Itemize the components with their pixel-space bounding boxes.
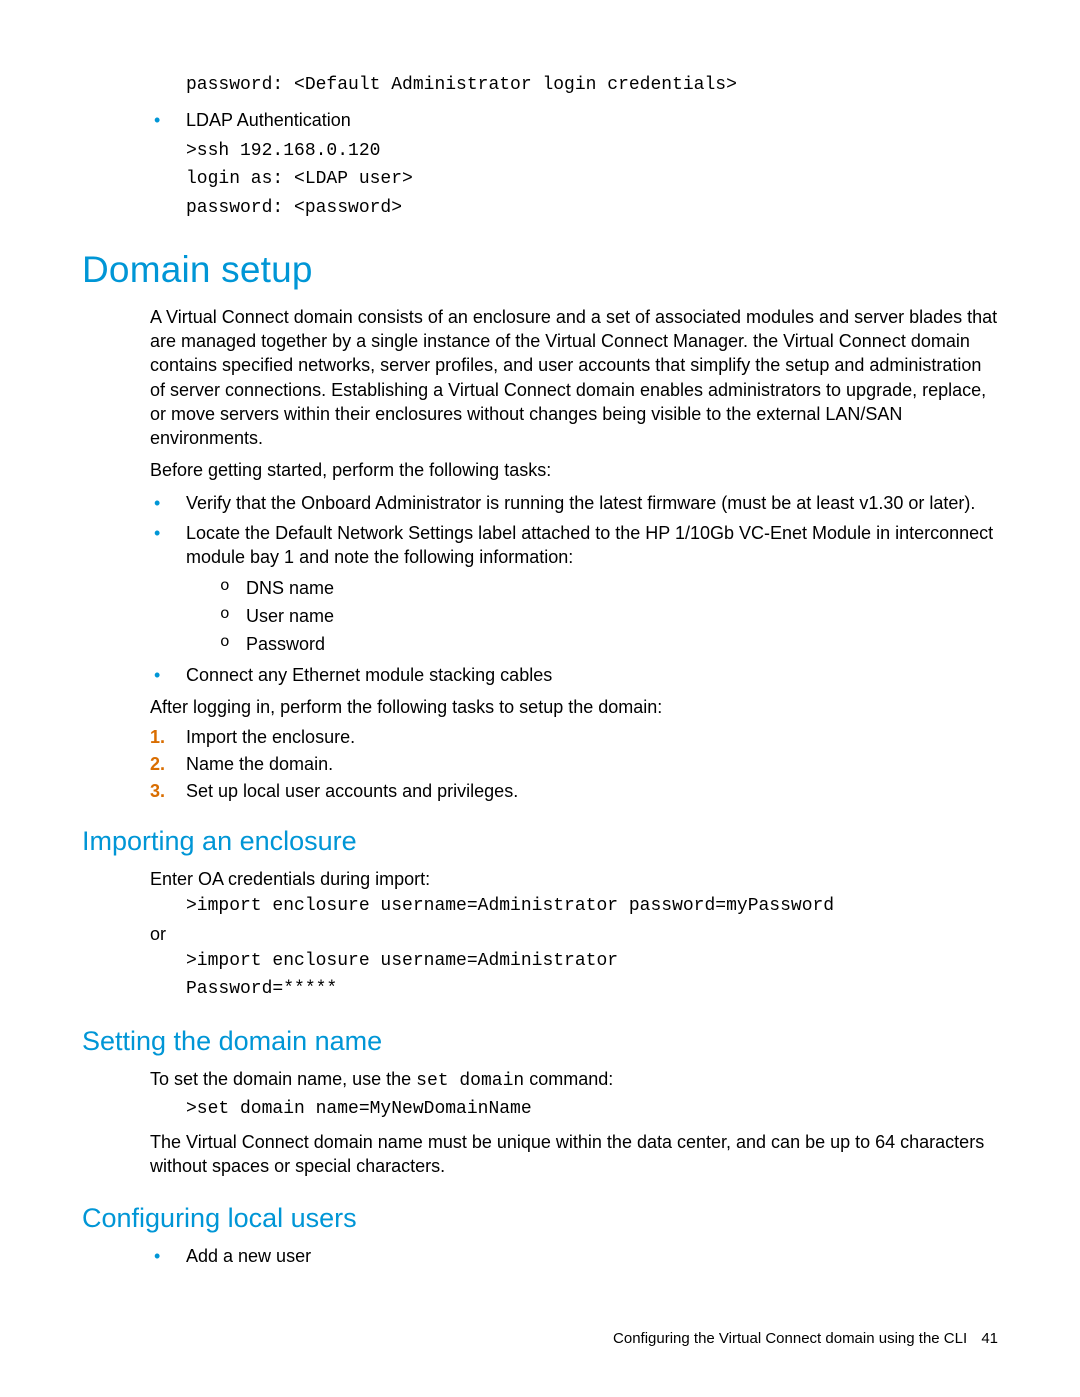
- list-item: Add a new user: [150, 1244, 998, 1268]
- text-run: command:: [524, 1069, 613, 1089]
- list-item-ldap: LDAP Authentication >ssh 192.168.0.120 l…: [150, 108, 998, 221]
- bullet-list-users: Add a new user: [150, 1244, 998, 1268]
- code-line: >import enclosure username=Administrator…: [186, 893, 998, 919]
- sub-text: DNS name: [246, 578, 334, 598]
- bullet-text: Verify that the Onboard Administrator is…: [186, 493, 975, 513]
- code-line: Password=*****: [186, 976, 998, 1002]
- code-line: login as: <LDAP user>: [186, 166, 998, 192]
- bullet-list: LDAP Authentication >ssh 192.168.0.120 l…: [150, 108, 998, 221]
- sub-item: User name: [218, 604, 998, 628]
- paragraph: To set the domain name, use the set doma…: [150, 1067, 998, 1094]
- sub-item: Password: [218, 632, 998, 656]
- paragraph: Before getting started, perform the foll…: [150, 458, 998, 482]
- code-line: >ssh 192.168.0.120: [186, 138, 998, 164]
- sub-text: Password: [246, 634, 325, 654]
- code-line: password: <password>: [186, 195, 998, 221]
- heading-importing-enclosure: Importing an enclosure: [82, 826, 998, 857]
- text-run: To set the domain name, use the: [150, 1069, 416, 1089]
- paragraph: The Virtual Connect domain name must be …: [150, 1130, 998, 1179]
- paragraph: After logging in, perform the following …: [150, 695, 998, 719]
- page-number: 41: [981, 1330, 998, 1347]
- bullet-text: Locate the Default Network Settings labe…: [186, 523, 993, 567]
- footer-text: Configuring the Virtual Connect domain u…: [613, 1330, 967, 1347]
- step-item: Import the enclosure.: [150, 727, 998, 748]
- step-item: Set up local user accounts and privilege…: [150, 781, 998, 802]
- heading-configuring-local-users: Configuring local users: [82, 1203, 998, 1234]
- sub-text: User name: [246, 606, 334, 626]
- page-footer: Configuring the Virtual Connect domain u…: [613, 1330, 998, 1347]
- bullet-text: LDAP Authentication: [186, 110, 351, 130]
- document-page: password: <Default Administrator login c…: [0, 0, 1080, 1397]
- list-item: Connect any Ethernet module stacking cab…: [150, 663, 998, 687]
- code-line: >import enclosure username=Administrator: [186, 948, 998, 974]
- bullet-text: Connect any Ethernet module stacking cab…: [186, 665, 552, 685]
- step-text: Set up local user accounts and privilege…: [186, 781, 518, 801]
- step-item: Name the domain.: [150, 754, 998, 775]
- bullet-list-pretasks: Verify that the Onboard Administrator is…: [150, 491, 998, 687]
- list-item: Verify that the Onboard Administrator is…: [150, 491, 998, 515]
- inline-code: set domain: [416, 1071, 524, 1091]
- sub-item: DNS name: [218, 576, 998, 600]
- numbered-list-steps: Import the enclosure. Name the domain. S…: [150, 727, 998, 802]
- paragraph: Enter OA credentials during import:: [150, 867, 998, 891]
- code-line: >set domain name=MyNewDomainName: [186, 1096, 998, 1122]
- code-line: password: <Default Administrator login c…: [186, 72, 998, 98]
- bullet-text: Add a new user: [186, 1246, 311, 1266]
- heading-domain-setup: Domain setup: [82, 249, 998, 291]
- step-text: Name the domain.: [186, 754, 333, 774]
- sub-list: DNS name User name Password: [218, 576, 998, 657]
- heading-setting-domain-name: Setting the domain name: [82, 1026, 998, 1057]
- step-text: Import the enclosure.: [186, 727, 355, 747]
- paragraph: A Virtual Connect domain consists of an …: [150, 305, 998, 451]
- paragraph-or: or: [150, 922, 998, 946]
- list-item: Locate the Default Network Settings labe…: [150, 521, 998, 656]
